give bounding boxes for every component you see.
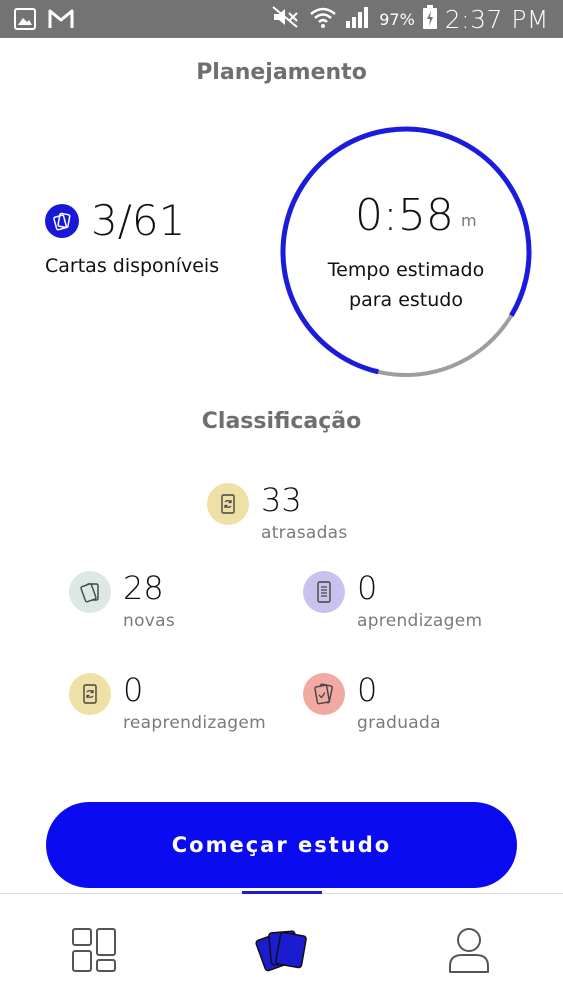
cards-count-label: Cartas disponíveis [45,255,220,277]
learning-label: aprendizagem [357,611,483,631]
relearn-label: reaprendizagem [123,713,266,733]
estimated-time-value: 0:58 [355,190,454,241]
start-study-button[interactable]: Começar estudo [46,802,517,888]
image-icon [14,8,36,34]
status-clock: 2:37 PM [444,4,549,34]
wifi-icon [309,5,337,33]
planning-title: Planejamento [196,60,367,85]
dashboard-icon [72,928,116,972]
refresh-card-icon [207,483,249,525]
available-cards: 3/61 [45,196,185,245]
graduated-card-icon [303,673,345,715]
cards-icon [45,203,79,238]
new-label: novas [123,611,176,631]
mute-icon [271,5,301,33]
estimated-time-label: Tempo estimado para estudo [327,259,485,311]
bottom-navigation [0,891,563,1000]
profile-icon [449,928,489,973]
new-count: 28 [123,569,164,607]
battery-charging-icon [422,5,437,33]
study-time-ring [280,126,532,378]
graduated-count: 0 [357,671,378,709]
new-cards-icon [69,571,111,613]
gmail-icon [48,8,74,34]
nav-dashboard[interactable] [66,922,122,978]
learning-count: 0 [357,569,378,607]
classification-title: Classificação [201,409,362,434]
graduated-label: graduada [357,713,441,733]
study-cards-icon [255,930,307,972]
status-bar: 97% 2:37 PM [0,0,563,38]
overdue-count: 33 [261,481,302,519]
cards-count-value: 3/61 [91,196,186,245]
active-tab-indicator [242,891,322,894]
estimated-time-unit: m [461,211,477,230]
relearn-count: 0 [123,671,144,709]
nav-profile[interactable] [441,922,497,978]
learning-card-icon [303,571,345,613]
signal-icon [345,5,371,33]
relearn-card-icon [69,673,111,715]
battery-percentage: 97% [379,9,415,29]
nav-study[interactable] [254,922,310,978]
overdue-label: atrasadas [261,523,348,543]
